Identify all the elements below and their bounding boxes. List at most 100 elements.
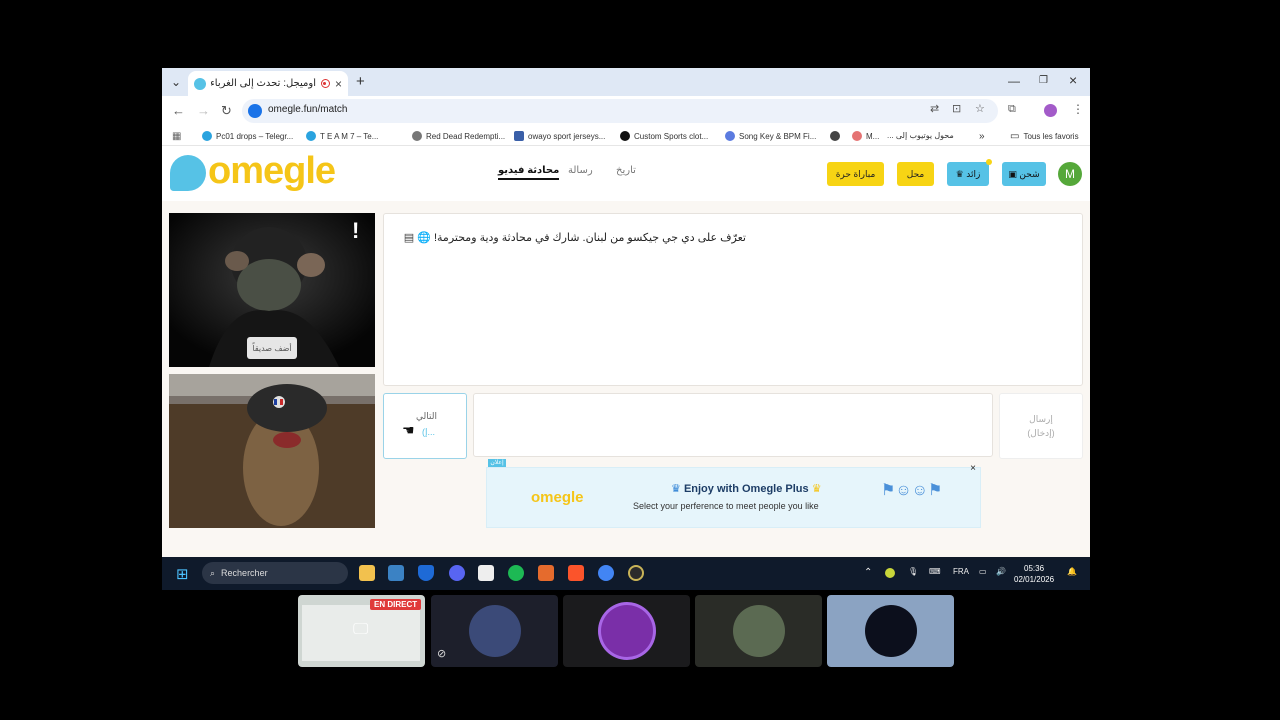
send-label: إرسال: [1029, 414, 1053, 424]
clock[interactable]: 05:36 02/01/2026: [1014, 563, 1054, 585]
bookmark-item[interactable]: M...: [852, 131, 879, 141]
install-app-icon[interactable]: ⊡: [952, 102, 961, 115]
bookmark-item[interactable]: Song Key & BPM Fi...: [725, 131, 816, 141]
menu-icon[interactable]: ⋮: [1072, 102, 1084, 116]
app-icon[interactable]: [538, 565, 554, 581]
tray-app-icon[interactable]: [885, 568, 895, 578]
bookmark-star-icon[interactable]: ☆: [975, 102, 985, 115]
bookmark-item[interactable]: محول يوتيوب إلى ...: [887, 131, 954, 140]
apps-icon[interactable]: ▦: [172, 131, 181, 142]
chat-message: تعرّف على دي جي جيكسو من لبنان. شارك في …: [403, 232, 746, 244]
language-indicator[interactable]: FRA: [953, 567, 969, 576]
defender-icon[interactable]: [418, 565, 434, 581]
chat-log: تعرّف على دي جي جيكسو من لبنان. شارك في …: [383, 213, 1083, 386]
tab-search-icon[interactable]: ⌄: [171, 75, 181, 89]
recording-icon: [320, 79, 330, 88]
restore-button[interactable]: ❐: [1039, 75, 1048, 86]
participant-tile-screen-share[interactable]: EN DIRECT 🖵: [298, 595, 425, 667]
ad-logo: omegle: [531, 489, 584, 506]
chrome-icon[interactable]: [598, 565, 614, 581]
obs-icon[interactable]: [628, 565, 644, 581]
shop-button[interactable]: محل: [897, 162, 934, 186]
bookmark-item[interactable]: T E A M 7 – Te...: [306, 131, 378, 141]
translate-icon[interactable]: ⇄: [930, 102, 939, 115]
nav-video-chat[interactable]: محادثة فيديو: [498, 165, 560, 180]
add-friend-button[interactable]: أضف صديقاً: [247, 337, 297, 359]
all-bookmarks-folder[interactable]: ▭ Tous les favoris: [1010, 131, 1079, 142]
send-shortcut: (إدخال): [1027, 428, 1055, 438]
bookmarks-bar: ▦ Pc01 drops – Telegr... T E A M 7 – Te.…: [162, 126, 1090, 146]
spotify-icon[interactable]: [508, 565, 524, 581]
participant-tile[interactable]: [695, 595, 822, 667]
bookmark-item[interactable]: [830, 131, 840, 141]
windows-taskbar: ⊞ ⌕ Rechercher ⌃ 🎙 ⌨ FRA ▭ 🔊 05:36 02/01…: [162, 557, 1090, 590]
message-input[interactable]: [473, 393, 993, 457]
tray-chevron-icon[interactable]: ⌃: [864, 567, 872, 578]
browser-toolbar: ← → ↻ omegle.fun/match ⇄ ⊡ ☆ ⧉ ⋮: [162, 96, 1090, 126]
tab-omegle[interactable]: أوميجل: تحدث إلى الغرباء عبر ×: [188, 71, 348, 96]
ad-close-icon[interactable]: ×: [970, 463, 976, 474]
omegle-logo-icon[interactable]: [170, 155, 206, 191]
nav-message[interactable]: رسالة: [568, 165, 593, 176]
site-header: omegle محادثة فيديو رسالة تاريخ مباراة ح…: [162, 146, 1090, 201]
keyboard-icon[interactable]: ⌨: [929, 567, 941, 576]
bookmark-item[interactable]: Custom Sports clot...: [620, 131, 708, 141]
browser-window: ⌄ أوميجل: تحدث إلى الغرباء عبر × + — ❐ ×…: [162, 68, 1090, 590]
avatar: [865, 605, 917, 657]
screenshot-icon[interactable]: [388, 565, 404, 581]
minimize-button[interactable]: —: [1008, 74, 1020, 88]
self-video-image: [169, 374, 375, 528]
close-window-button[interactable]: ×: [1069, 72, 1077, 88]
new-tab-button[interactable]: +: [356, 73, 365, 90]
free-match-button[interactable]: مباراة حرة: [827, 162, 884, 186]
participant-tile[interactable]: [563, 595, 690, 667]
crown-icon: ♛: [955, 168, 964, 179]
nav-history[interactable]: تاريخ: [616, 165, 636, 176]
forward-button[interactable]: →: [197, 103, 210, 118]
live-badge: EN DIRECT: [370, 599, 422, 610]
tab-strip: ⌄ أوميجل: تحدث إلى الغرباء عبر × + — ❐ ×: [162, 68, 1090, 96]
search-icon: ⌕: [210, 567, 216, 578]
next-button[interactable]: التالي (إ... ☚: [383, 393, 467, 459]
avatar: [601, 605, 653, 657]
ad-subtitle: Select your perference to meet people yo…: [633, 501, 819, 511]
reload-button[interactable]: ↻: [221, 103, 232, 119]
extensions-icon[interactable]: ⧉: [1008, 103, 1016, 116]
self-video: [169, 374, 375, 528]
report-icon[interactable]: !: [352, 218, 359, 244]
taskbar-search[interactable]: ⌕ Rechercher: [202, 562, 348, 584]
crown-icon: ♛: [811, 483, 822, 495]
people-flag-icon: ⚑☺☺⚑: [881, 482, 943, 499]
back-button[interactable]: ←: [172, 103, 185, 118]
next-shortcut: (إ...: [422, 427, 436, 437]
user-avatar[interactable]: M: [1058, 162, 1082, 186]
recharge-button[interactable]: شحن ▣: [1002, 162, 1046, 186]
notification-bell-icon[interactable]: 🔔: [1067, 567, 1077, 576]
participant-tile[interactable]: [827, 595, 954, 667]
participant-tile[interactable]: ⊘: [431, 595, 558, 667]
discord-icon[interactable]: [449, 565, 465, 581]
tab-close-icon[interactable]: ×: [335, 77, 342, 91]
more-bookmarks-icon[interactable]: »: [979, 131, 985, 142]
bookmark-item[interactable]: owayo sport jerseys...: [514, 131, 605, 141]
windows-start-icon[interactable]: ⊞: [176, 565, 189, 583]
omegle-page: omegle محادثة فيديو رسالة تاريخ مباراة ح…: [162, 146, 1090, 557]
bookmark-item[interactable]: Red Dead Redempti...: [412, 131, 505, 141]
bookmark-item[interactable]: Pc01 drops – Telegr...: [202, 131, 293, 141]
notification-dot: [986, 159, 992, 165]
brave-icon[interactable]: [568, 565, 584, 581]
address-bar[interactable]: omegle.fun/match ⇄ ⊡ ☆: [242, 99, 998, 123]
store-icon[interactable]: [478, 565, 494, 581]
volume-icon[interactable]: 🔊: [996, 567, 1006, 576]
logo-text[interactable]: omegle: [208, 150, 336, 193]
profile-icon[interactable]: [1044, 104, 1057, 117]
send-button[interactable]: إرسال (إدخال): [999, 393, 1083, 459]
cursor-hand-icon: ☚: [402, 422, 415, 438]
site-info-icon[interactable]: [248, 104, 262, 118]
omegle-plus-ad[interactable]: omegle ♛ Enjoy with Omegle Plus ♛ Select…: [486, 463, 981, 528]
avatar: [733, 605, 785, 657]
network-icon[interactable]: ▭: [979, 567, 987, 576]
plus-button[interactable]: زائد ♛: [947, 162, 989, 186]
file-explorer-icon[interactable]: [359, 565, 375, 581]
microphone-icon[interactable]: 🎙: [908, 567, 918, 576]
